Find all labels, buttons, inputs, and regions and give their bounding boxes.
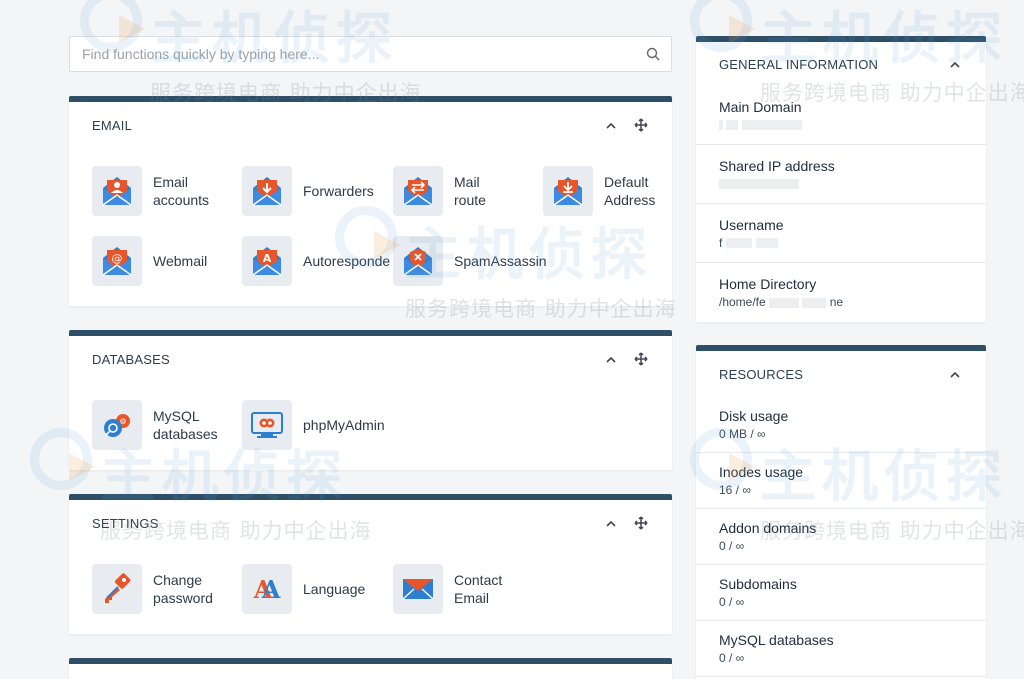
- default-address-item[interactable]: Default Address: [543, 166, 693, 216]
- contact-email-item[interactable]: Contact Email: [393, 564, 543, 614]
- svg-text:A: A: [263, 252, 272, 265]
- disk-usage-row: Disk usage 0 MB / ∞: [696, 397, 986, 453]
- settings-panel-title: SETTINGS: [92, 515, 159, 531]
- move-icon[interactable]: [633, 515, 649, 531]
- username-row: Username f: [696, 204, 986, 263]
- search-box[interactable]: [69, 36, 672, 72]
- resources-header: RESOURCES: [696, 351, 986, 397]
- default-address-icon: [543, 166, 593, 216]
- collapse-icon[interactable]: [603, 515, 619, 531]
- phpmyadmin-icon: [242, 400, 292, 450]
- shared-ip-row: Shared IP address: [696, 145, 986, 204]
- resources-panel: RESOURCES Disk usage 0 MB / ∞ Inodes usa…: [696, 345, 986, 679]
- addon-domains-row: Addon domains 0 / ∞: [696, 509, 986, 565]
- databases-panel-header: DATABASES: [69, 336, 672, 382]
- move-icon[interactable]: [633, 117, 649, 133]
- webmail-icon: @: [92, 236, 142, 286]
- next-panel: [69, 658, 672, 679]
- email-panel: EMAIL Email accounts Forwarders Mail rou…: [69, 96, 672, 306]
- svg-text:@: @: [112, 252, 123, 265]
- svg-text:A: A: [261, 575, 281, 604]
- email-accounts-item[interactable]: Email accounts: [92, 166, 242, 216]
- autoresponder-item[interactable]: A Autoresponde: [242, 236, 392, 286]
- search-icon[interactable]: [646, 47, 660, 61]
- spamassassin-icon: [393, 236, 443, 286]
- email-accounts-icon: [92, 166, 142, 216]
- contact-email-icon: [393, 564, 443, 614]
- forwarders-item[interactable]: Forwarders: [242, 166, 392, 216]
- change-password-item[interactable]: Change password: [92, 564, 242, 614]
- collapse-icon[interactable]: [603, 117, 619, 133]
- shared-ip-value: [719, 177, 963, 191]
- settings-panel-header: SETTINGS: [69, 500, 672, 546]
- collapse-icon[interactable]: [603, 351, 619, 367]
- language-icon: AA: [242, 564, 292, 614]
- email-panel-header: EMAIL: [69, 102, 672, 148]
- home-directory-row: Home Directory /home/fe ne: [696, 263, 986, 322]
- main-domain-value: [719, 118, 963, 132]
- resources-title: RESOURCES: [719, 366, 804, 382]
- username-value: f: [719, 236, 963, 250]
- databases-panel: DATABASES ⚙ MySQL databases phpMyAdmin: [69, 330, 672, 470]
- forwarders-icon: [242, 166, 292, 216]
- autoresponder-icon: A: [242, 236, 292, 286]
- mysql-icon: ⚙: [92, 400, 142, 450]
- move-icon[interactable]: [633, 351, 649, 367]
- general-info-panel: GENERAL INFORMATION Main Domain Shared I…: [696, 36, 986, 322]
- settings-panel: SETTINGS Change password AA Language Con…: [69, 494, 672, 634]
- mysql-databases-item[interactable]: ⚙ MySQL databases: [92, 400, 242, 450]
- general-info-title: GENERAL INFORMATION: [719, 56, 879, 72]
- databases-panel-title: DATABASES: [92, 351, 170, 367]
- email-panel-title: EMAIL: [92, 117, 133, 133]
- language-item[interactable]: AA Language: [242, 564, 392, 614]
- key-icon: [92, 564, 142, 614]
- mail-route-icon: [393, 166, 443, 216]
- inodes-usage-row: Inodes usage 16 / ∞: [696, 453, 986, 509]
- phpmyadmin-item[interactable]: phpMyAdmin: [242, 400, 392, 450]
- webmail-item[interactable]: @ Webmail: [92, 236, 242, 286]
- main-domain-row: Main Domain: [696, 86, 986, 145]
- subdomains-row: Subdomains 0 / ∞: [696, 565, 986, 621]
- mysql-databases-row: MySQL databases 0 / ∞: [696, 621, 986, 677]
- collapse-icon[interactable]: [947, 56, 963, 72]
- spamassassin-item[interactable]: SpamAssassin: [393, 236, 547, 286]
- home-directory-value: /home/fe ne: [719, 295, 844, 309]
- general-info-header: GENERAL INFORMATION: [696, 42, 986, 86]
- collapse-icon[interactable]: [947, 366, 963, 382]
- search-input[interactable]: [70, 37, 671, 71]
- mail-route-item[interactable]: Mail route: [393, 166, 543, 216]
